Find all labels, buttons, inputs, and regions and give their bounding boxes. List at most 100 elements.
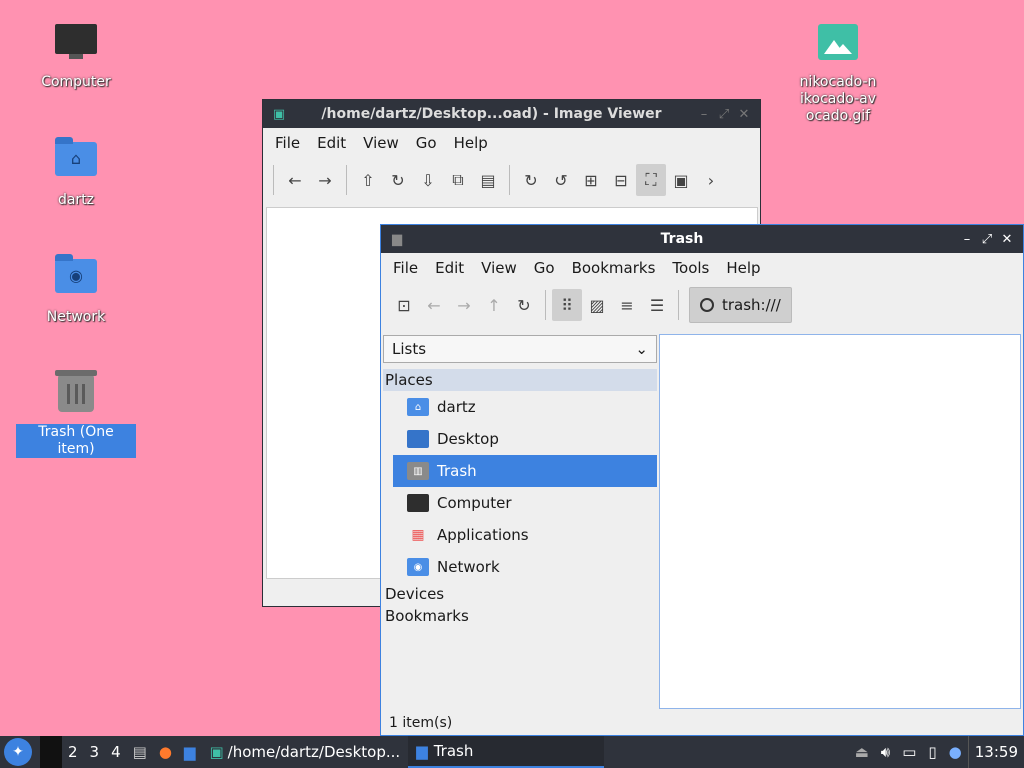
- desktop-icon-computer[interactable]: Computer: [16, 20, 136, 91]
- menu-go[interactable]: Go: [410, 134, 448, 152]
- location-bar[interactable]: trash:///: [689, 287, 792, 323]
- place-computer[interactable]: Computer: [393, 487, 657, 519]
- menu-view[interactable]: View: [475, 259, 528, 277]
- home-folder-icon: ⌂: [407, 398, 429, 416]
- show-desktop-icon[interactable]: ▆: [178, 736, 202, 768]
- task-label: Trash: [433, 742, 474, 760]
- task-trash[interactable]: ▆ Trash: [408, 736, 605, 768]
- reload-icon[interactable]: ↻: [383, 164, 413, 196]
- network-folder-icon: ◉: [54, 254, 98, 303]
- save-icon[interactable]: ⇩: [413, 164, 443, 196]
- fit-icon[interactable]: ⛶: [636, 164, 666, 196]
- back-icon[interactable]: ←: [419, 289, 449, 321]
- detail-view-icon[interactable]: ☰: [642, 289, 672, 321]
- close-icon[interactable]: ✕: [734, 107, 754, 122]
- maximize-icon[interactable]: ⤢: [714, 107, 734, 122]
- file-list-pane[interactable]: [659, 334, 1021, 709]
- workspace-4[interactable]: 4: [105, 736, 127, 768]
- update-notifier-icon[interactable]: ●: [943, 736, 968, 768]
- menu-help[interactable]: Help: [448, 134, 499, 152]
- file-manager-launcher-icon[interactable]: ▤: [127, 736, 153, 768]
- clipboard-icon[interactable]: ▯: [922, 736, 942, 768]
- places-header[interactable]: Places: [383, 369, 657, 391]
- menu-bookmarks[interactable]: Bookmarks: [566, 259, 667, 277]
- separator: [545, 290, 546, 320]
- toolbar: ← → ⇧ ↻ ⇩ ⧉ ▤ ↻ ↺ ⊞ ⊟ ⛶ ▣ ›: [263, 158, 760, 202]
- network-status-icon[interactable]: ▭: [896, 736, 922, 768]
- menu-tools[interactable]: Tools: [666, 259, 720, 277]
- reload-icon[interactable]: ↻: [509, 289, 539, 321]
- zoom-in-icon[interactable]: ⊞: [576, 164, 606, 196]
- trash-icon: [54, 370, 98, 418]
- place-label: Trash: [437, 462, 477, 480]
- location-icon: [700, 298, 714, 312]
- window-title: /home/dartz/Desktop...oad) - Image Viewe…: [321, 106, 662, 122]
- home-folder-icon: ⌂: [54, 137, 98, 186]
- window-title: Trash: [660, 231, 704, 247]
- folder-icon: ▆: [416, 742, 428, 760]
- up-icon[interactable]: ↑: [479, 289, 509, 321]
- desktop-icon-gif[interactable]: nikocado-nikocado-avocado.gif: [778, 20, 898, 125]
- task-image-viewer[interactable]: ▣ /home/dartz/Desktop...: [201, 736, 408, 768]
- side-pane: Lists ⌄ Places ⌂ dartz Desktop ▥ Trash C…: [383, 333, 657, 709]
- rotate-left-icon[interactable]: ↺: [546, 164, 576, 196]
- menu-edit[interactable]: Edit: [311, 134, 357, 152]
- desktop-icon-label: dartz: [57, 192, 95, 208]
- titlebar[interactable]: ▆ Trash – ⤢ ✕: [381, 225, 1023, 253]
- bookmarks-header[interactable]: Bookmarks: [383, 605, 657, 627]
- desktop-icon-label: Trash (One item): [16, 424, 136, 458]
- file-manager-window[interactable]: ▆ Trash – ⤢ ✕ File Edit View Go Bookmark…: [380, 224, 1024, 736]
- menu-file[interactable]: File: [387, 259, 429, 277]
- paste-icon[interactable]: ▤: [473, 164, 503, 196]
- desktop-icon-trash[interactable]: Trash (One item): [16, 370, 136, 458]
- back-icon[interactable]: ←: [280, 164, 310, 196]
- new-tab-icon[interactable]: ⊡: [389, 289, 419, 321]
- menu-help[interactable]: Help: [720, 259, 771, 277]
- titlebar[interactable]: ▣ /home/dartz/Desktop...oad) - Image Vie…: [263, 100, 760, 128]
- place-desktop[interactable]: Desktop: [393, 423, 657, 455]
- firefox-icon[interactable]: ●: [153, 736, 178, 768]
- open-icon[interactable]: ⇧: [353, 164, 383, 196]
- menu-edit[interactable]: Edit: [429, 259, 475, 277]
- thumbnail-view-icon[interactable]: ▨: [582, 289, 612, 321]
- start-menu-icon[interactable]: ✦: [4, 738, 32, 766]
- devices-header[interactable]: Devices: [383, 583, 657, 605]
- compact-view-icon[interactable]: ≡: [612, 289, 642, 321]
- workspace-3[interactable]: 3: [84, 736, 106, 768]
- place-applications[interactable]: ▦ Applications: [393, 519, 657, 551]
- separator: [509, 165, 510, 195]
- minimize-icon[interactable]: –: [694, 107, 714, 122]
- minimize-icon[interactable]: –: [957, 232, 977, 247]
- desktop-icon-network[interactable]: ◉ Network: [16, 253, 136, 326]
- more-icon[interactable]: ›: [696, 164, 726, 196]
- menu-file[interactable]: File: [269, 134, 311, 152]
- clock[interactable]: 13:59: [967, 736, 1024, 768]
- desktop-icon-label: Computer: [41, 74, 111, 90]
- maximize-icon[interactable]: ⤢: [977, 232, 997, 247]
- desktop-icon-home[interactable]: ⌂ dartz: [16, 136, 136, 209]
- rotate-right-icon[interactable]: ↻: [516, 164, 546, 196]
- copy-icon[interactable]: ⧉: [443, 164, 473, 196]
- menu-go[interactable]: Go: [528, 259, 566, 277]
- image-app-icon: ▣: [272, 106, 286, 122]
- workspace-2[interactable]: 2: [62, 736, 84, 768]
- volume-icon[interactable]: 🔊︎: [875, 736, 896, 768]
- forward-icon[interactable]: →: [449, 289, 479, 321]
- place-network[interactable]: ◉ Network: [393, 551, 657, 583]
- menu-view[interactable]: View: [357, 134, 410, 152]
- desktop-icon: [407, 430, 429, 448]
- system-tray: ⏏ 🔊︎ ▭ ▯ ● 13:59: [849, 736, 1024, 768]
- side-pane-mode-select[interactable]: Lists ⌄: [383, 335, 657, 363]
- original-size-icon[interactable]: ▣: [666, 164, 696, 196]
- zoom-out-icon[interactable]: ⊟: [606, 164, 636, 196]
- forward-icon[interactable]: →: [310, 164, 340, 196]
- menubar: File Edit View Go Bookmarks Tools Help: [381, 253, 1023, 283]
- place-home[interactable]: ⌂ dartz: [393, 391, 657, 423]
- close-icon[interactable]: ✕: [997, 232, 1017, 247]
- icon-view-icon[interactable]: ⠿: [552, 289, 582, 321]
- taskbar: ✦ 2 3 4 ▤ ● ▆ ▣ /home/dartz/Desktop... ▆…: [0, 736, 1024, 768]
- eject-icon[interactable]: ⏏: [849, 736, 875, 768]
- workspace-1[interactable]: [40, 736, 62, 768]
- place-trash[interactable]: ▥ Trash: [393, 455, 657, 487]
- trash-icon: ▥: [407, 462, 429, 480]
